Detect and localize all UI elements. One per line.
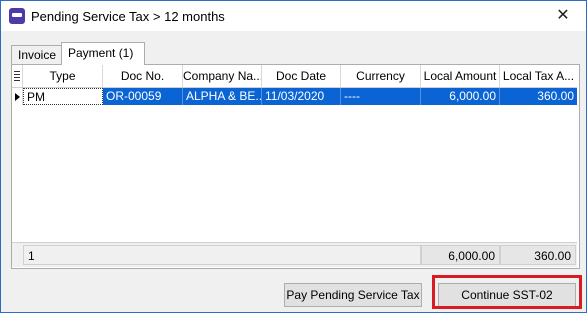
footer-local-amount-total: 6,000.00 bbox=[421, 245, 500, 265]
table-row[interactable]: PM OR-00059 ALPHA & BE... 11/03/2020 ---… bbox=[12, 88, 577, 105]
cell-doc-date[interactable]: 11/03/2020 bbox=[262, 88, 341, 105]
column-header-doc-no[interactable]: Doc No. bbox=[103, 65, 183, 87]
payment-grid: Type Doc No. Company Na... Doc Date Curr… bbox=[12, 65, 577, 242]
column-header-currency[interactable]: Currency bbox=[341, 65, 421, 87]
app-icon bbox=[9, 8, 25, 24]
tab-panel: Type Doc No. Company Na... Doc Date Curr… bbox=[11, 64, 580, 269]
grid-header: Type Doc No. Company Na... Doc Date Curr… bbox=[12, 65, 577, 88]
footer-local-tax-total: 360.00 bbox=[500, 245, 576, 265]
column-header-company[interactable]: Company Na... bbox=[183, 65, 262, 87]
cell-type[interactable]: PM bbox=[23, 88, 103, 105]
cell-company[interactable]: ALPHA & BE... bbox=[183, 88, 262, 105]
column-header-type[interactable]: Type bbox=[23, 65, 103, 87]
cell-doc-no[interactable]: OR-00059 bbox=[103, 88, 183, 105]
column-chooser-icon bbox=[14, 71, 20, 81]
highlight-box bbox=[432, 275, 582, 309]
grid-footer: 1 6,000.00 360.00 bbox=[12, 242, 577, 267]
window-title: Pending Service Tax > 12 months bbox=[31, 9, 225, 24]
cell-currency[interactable]: ---- bbox=[341, 88, 421, 105]
footer-row-count: 1 bbox=[23, 245, 421, 265]
close-icon[interactable]: ✕ bbox=[546, 4, 580, 28]
dialog-window: Pending Service Tax > 12 months ✕ Invoic… bbox=[0, 0, 587, 313]
row-indicator-icon bbox=[12, 88, 23, 105]
column-chooser[interactable] bbox=[12, 65, 23, 87]
column-header-local-amount[interactable]: Local Amount bbox=[421, 65, 500, 87]
cell-local-amount[interactable]: 6,000.00 bbox=[421, 88, 500, 105]
tab-payment[interactable]: Payment (1) bbox=[61, 42, 145, 65]
pay-pending-service-tax-button[interactable]: Pay Pending Service Tax bbox=[284, 283, 422, 307]
title-bar: Pending Service Tax > 12 months ✕ bbox=[1, 1, 586, 31]
column-header-local-tax[interactable]: Local Tax A... bbox=[500, 65, 577, 87]
column-header-doc-date[interactable]: Doc Date bbox=[262, 65, 341, 87]
cell-local-tax[interactable]: 360.00 bbox=[500, 88, 577, 105]
